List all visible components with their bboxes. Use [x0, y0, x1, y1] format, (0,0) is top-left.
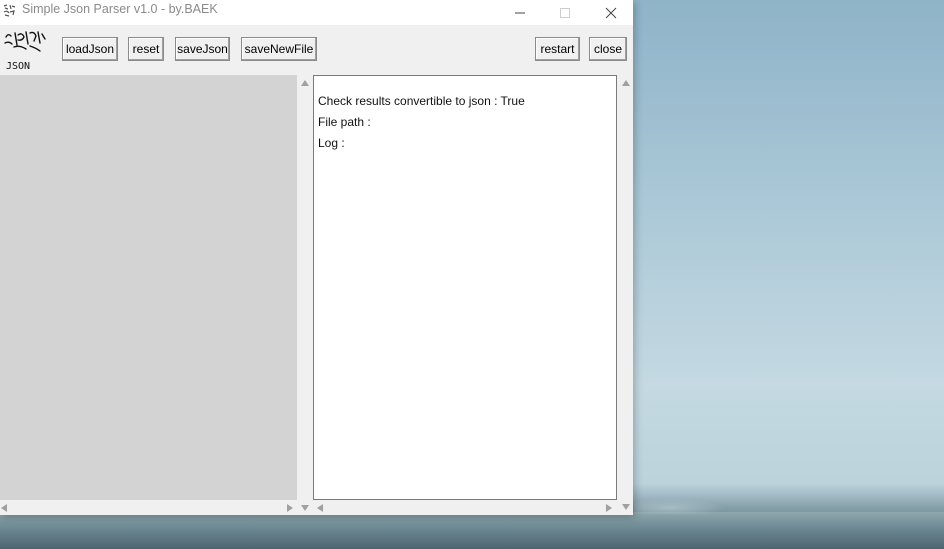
scroll-down-icon[interactable] [301, 505, 309, 511]
reset-button[interactable]: reset [128, 37, 164, 61]
logo-text: JSON [6, 61, 30, 72]
minimize-button[interactable] [497, 0, 542, 25]
desktop-wallpaper-haze [634, 498, 724, 514]
scrollbar-corner [617, 500, 633, 515]
load-json-button[interactable]: loadJson [62, 37, 118, 61]
maximize-button[interactable] [542, 0, 587, 25]
toolbar: JSON loadJson reset saveJson saveNewFile… [0, 25, 633, 75]
left-vertical-scrollbar[interactable] [297, 75, 313, 511]
close-icon [605, 7, 616, 18]
json-logo: JSON [4, 31, 46, 72]
save-new-file-button[interactable]: saveNewFile [241, 37, 317, 61]
left-horizontal-scrollbar[interactable] [0, 500, 297, 515]
maximize-icon [559, 7, 570, 18]
right-horizontal-scrollbar[interactable] [313, 500, 617, 515]
scroll-up-icon[interactable] [301, 80, 309, 86]
output-line-log: Log : [318, 136, 345, 150]
title-bar[interactable]: Simple Json Parser v1.0 - by.BAEK [0, 0, 633, 25]
output-line-json-check: Check results convertible to json : True [318, 94, 525, 108]
desktop-wallpaper-sea [0, 512, 944, 549]
app-window: Simple Json Parser v1.0 - by.BAEK JSON l… [0, 0, 633, 515]
json-tree-pane[interactable] [0, 75, 297, 500]
output-text-area[interactable]: Check results convertible to json : True… [313, 75, 617, 500]
scroll-left-icon[interactable] [317, 504, 323, 512]
output-line-file-path: File path : [318, 115, 371, 129]
scroll-right-icon[interactable] [606, 504, 612, 512]
scroll-down-icon[interactable] [622, 504, 630, 510]
close-window-button[interactable] [588, 0, 633, 25]
restart-button[interactable]: restart [535, 37, 580, 61]
app-icon [3, 4, 16, 17]
save-json-button[interactable]: saveJson [175, 37, 230, 61]
right-vertical-scrollbar[interactable] [617, 75, 633, 500]
close-button[interactable]: close [589, 37, 627, 61]
window-title: Simple Json Parser v1.0 - by.BAEK [22, 2, 218, 16]
scroll-right-icon[interactable] [287, 504, 293, 512]
scroll-up-icon[interactable] [622, 80, 630, 86]
minimize-icon [514, 12, 525, 13]
scroll-left-icon[interactable] [1, 504, 7, 512]
